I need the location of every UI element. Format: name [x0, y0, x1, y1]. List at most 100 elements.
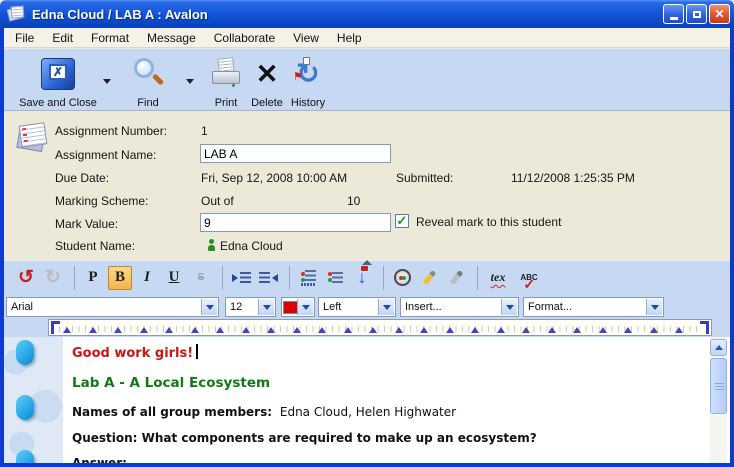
- quote-icon: [301, 271, 316, 284]
- tab-stop-marker[interactable]: [242, 327, 250, 333]
- assignment-name-input[interactable]: [200, 144, 391, 163]
- checkmark-icon: ✓: [397, 214, 408, 227]
- tab-stop-marker[interactable]: [165, 327, 173, 333]
- tab-stop-marker[interactable]: [267, 327, 275, 333]
- student-name-value[interactable]: Edna Cloud: [220, 239, 283, 253]
- alignment-select[interactable]: Left: [318, 297, 396, 317]
- tab-stop-marker[interactable]: [650, 327, 658, 333]
- tab-stop-marker[interactable]: [599, 327, 607, 333]
- main-toolbar: ✗ Save and Close Find Print ✕ Delete ↻ ⚑…: [4, 49, 730, 111]
- tab-stop-marker[interactable]: [624, 327, 632, 333]
- history-button[interactable]: ↻ ⚑ History: [286, 53, 330, 109]
- menu-message[interactable]: Message: [138, 29, 205, 47]
- splitter-handle-icon[interactable]: [362, 260, 372, 265]
- assignment-form: Assignment Number: 1 Assignment Name: Du…: [4, 112, 730, 259]
- tab-stop-marker[interactable]: [548, 327, 556, 333]
- message-icon: [8, 6, 26, 22]
- save-and-close-button[interactable]: ✗ Save and Close: [10, 53, 106, 109]
- left-margin-marker[interactable]: [51, 321, 60, 334]
- assignment-number-label: Assignment Number:: [55, 124, 167, 138]
- print-icon: [209, 58, 243, 90]
- maximize-button[interactable]: [686, 4, 707, 24]
- reveal-mark-checkbox[interactable]: ✓: [395, 214, 409, 228]
- question-line: Question: What components are required t…: [72, 431, 537, 445]
- tab-stop-marker[interactable]: [293, 327, 301, 333]
- find-button[interactable]: Find: [122, 53, 174, 109]
- insert-paragraph-button[interactable]: [323, 266, 347, 290]
- tab-stop-marker[interactable]: [318, 327, 326, 333]
- tab-stop-marker[interactable]: [114, 327, 122, 333]
- menu-help[interactable]: Help: [328, 29, 371, 47]
- redo-button[interactable]: ↻: [41, 266, 65, 290]
- vertical-scrollbar[interactable]: [710, 337, 727, 463]
- delete-button[interactable]: ✕ Delete: [246, 53, 288, 109]
- menu-collaborate[interactable]: Collaborate: [205, 29, 284, 47]
- find-dropdown-chevron-icon[interactable]: [186, 79, 194, 84]
- chevron-down-icon: [258, 299, 274, 315]
- revisions-button[interactable]: [390, 266, 414, 290]
- ruler[interactable]: [48, 319, 712, 336]
- tab-stop-marker[interactable]: [522, 327, 530, 333]
- mark-value-input[interactable]: [200, 213, 391, 232]
- menu-edit[interactable]: Edit: [43, 29, 82, 47]
- print-button[interactable]: Print: [204, 53, 248, 109]
- tab-stop-marker[interactable]: [573, 327, 581, 333]
- format-toolbar: ↺ ↻ P B I U S ↓ tex ABC: [4, 260, 730, 294]
- tab-stop-marker[interactable]: [369, 327, 377, 333]
- insert-file-button[interactable]: ↓: [350, 266, 374, 290]
- menu-file[interactable]: File: [6, 29, 43, 47]
- student-person-icon: [207, 239, 216, 251]
- tab-stop-marker[interactable]: [140, 327, 148, 333]
- scrollbar-thumb[interactable]: [710, 358, 727, 414]
- insert-quote-button[interactable]: [296, 266, 320, 290]
- tab-stop-marker[interactable]: [344, 327, 352, 333]
- chevron-down-icon: [201, 299, 217, 315]
- toolbar-separator: [383, 266, 384, 290]
- save-dropdown-chevron-icon[interactable]: [103, 79, 111, 84]
- minimize-button[interactable]: [663, 4, 684, 24]
- tab-stop-marker[interactable]: [420, 327, 428, 333]
- underline-button[interactable]: U: [162, 266, 186, 290]
- tab-stop-marker[interactable]: [63, 327, 71, 333]
- redo-icon: ↻: [45, 266, 61, 289]
- message-body-editor[interactable]: Good work girls! Lab A - A Local Ecosyst…: [4, 337, 730, 463]
- delete-icon: ✕: [256, 61, 279, 88]
- undo-button[interactable]: ↺: [14, 266, 38, 290]
- format-eraser-button[interactable]: [444, 266, 468, 290]
- font-size-select[interactable]: 12: [225, 297, 276, 317]
- tab-stop-marker[interactable]: [216, 327, 224, 333]
- tab-stop-marker[interactable]: [89, 327, 97, 333]
- eyedropper-icon: [422, 270, 435, 285]
- chevron-down-icon: [378, 299, 394, 315]
- outdent-button[interactable]: [256, 266, 280, 290]
- marking-scheme-label: Marking Scheme:: [55, 194, 148, 208]
- down-arrow-icon: ↓: [358, 267, 367, 288]
- tab-stop-marker[interactable]: [395, 327, 403, 333]
- menu-view[interactable]: View: [284, 29, 328, 47]
- spellcheck-button[interactable]: ABC: [515, 266, 543, 290]
- tab-stop-marker[interactable]: [191, 327, 199, 333]
- insert-select[interactable]: Insert...: [400, 297, 519, 317]
- tab-stop-marker[interactable]: [497, 327, 505, 333]
- format-painter-button[interactable]: [417, 266, 441, 290]
- assignment-icon: [16, 122, 52, 158]
- tab-stop-marker[interactable]: [675, 327, 683, 333]
- close-button[interactable]: ✕: [709, 4, 730, 24]
- tab-stop-marker[interactable]: [471, 327, 479, 333]
- format-select[interactable]: Format...: [523, 297, 664, 317]
- bold-button[interactable]: B: [108, 266, 132, 290]
- spellcheck-as-you-type-button[interactable]: tex: [484, 266, 512, 290]
- font-family-select[interactable]: Arial: [6, 297, 219, 317]
- right-margin-marker[interactable]: [700, 321, 709, 334]
- group-members-label: Names of all group members:: [72, 405, 272, 419]
- indent-button[interactable]: [229, 266, 253, 290]
- scroll-up-button[interactable]: [710, 339, 727, 356]
- menu-format[interactable]: Format: [82, 29, 138, 47]
- font-color-select[interactable]: [281, 297, 315, 317]
- group-members-names: Edna Cloud, Helen Highwater: [280, 405, 456, 419]
- tab-stop-marker[interactable]: [446, 327, 454, 333]
- italic-button[interactable]: I: [135, 266, 159, 290]
- strikethrough-button[interactable]: S: [189, 266, 213, 290]
- eyedropper-gray-icon: [449, 270, 462, 285]
- plain-style-button[interactable]: P: [81, 266, 105, 290]
